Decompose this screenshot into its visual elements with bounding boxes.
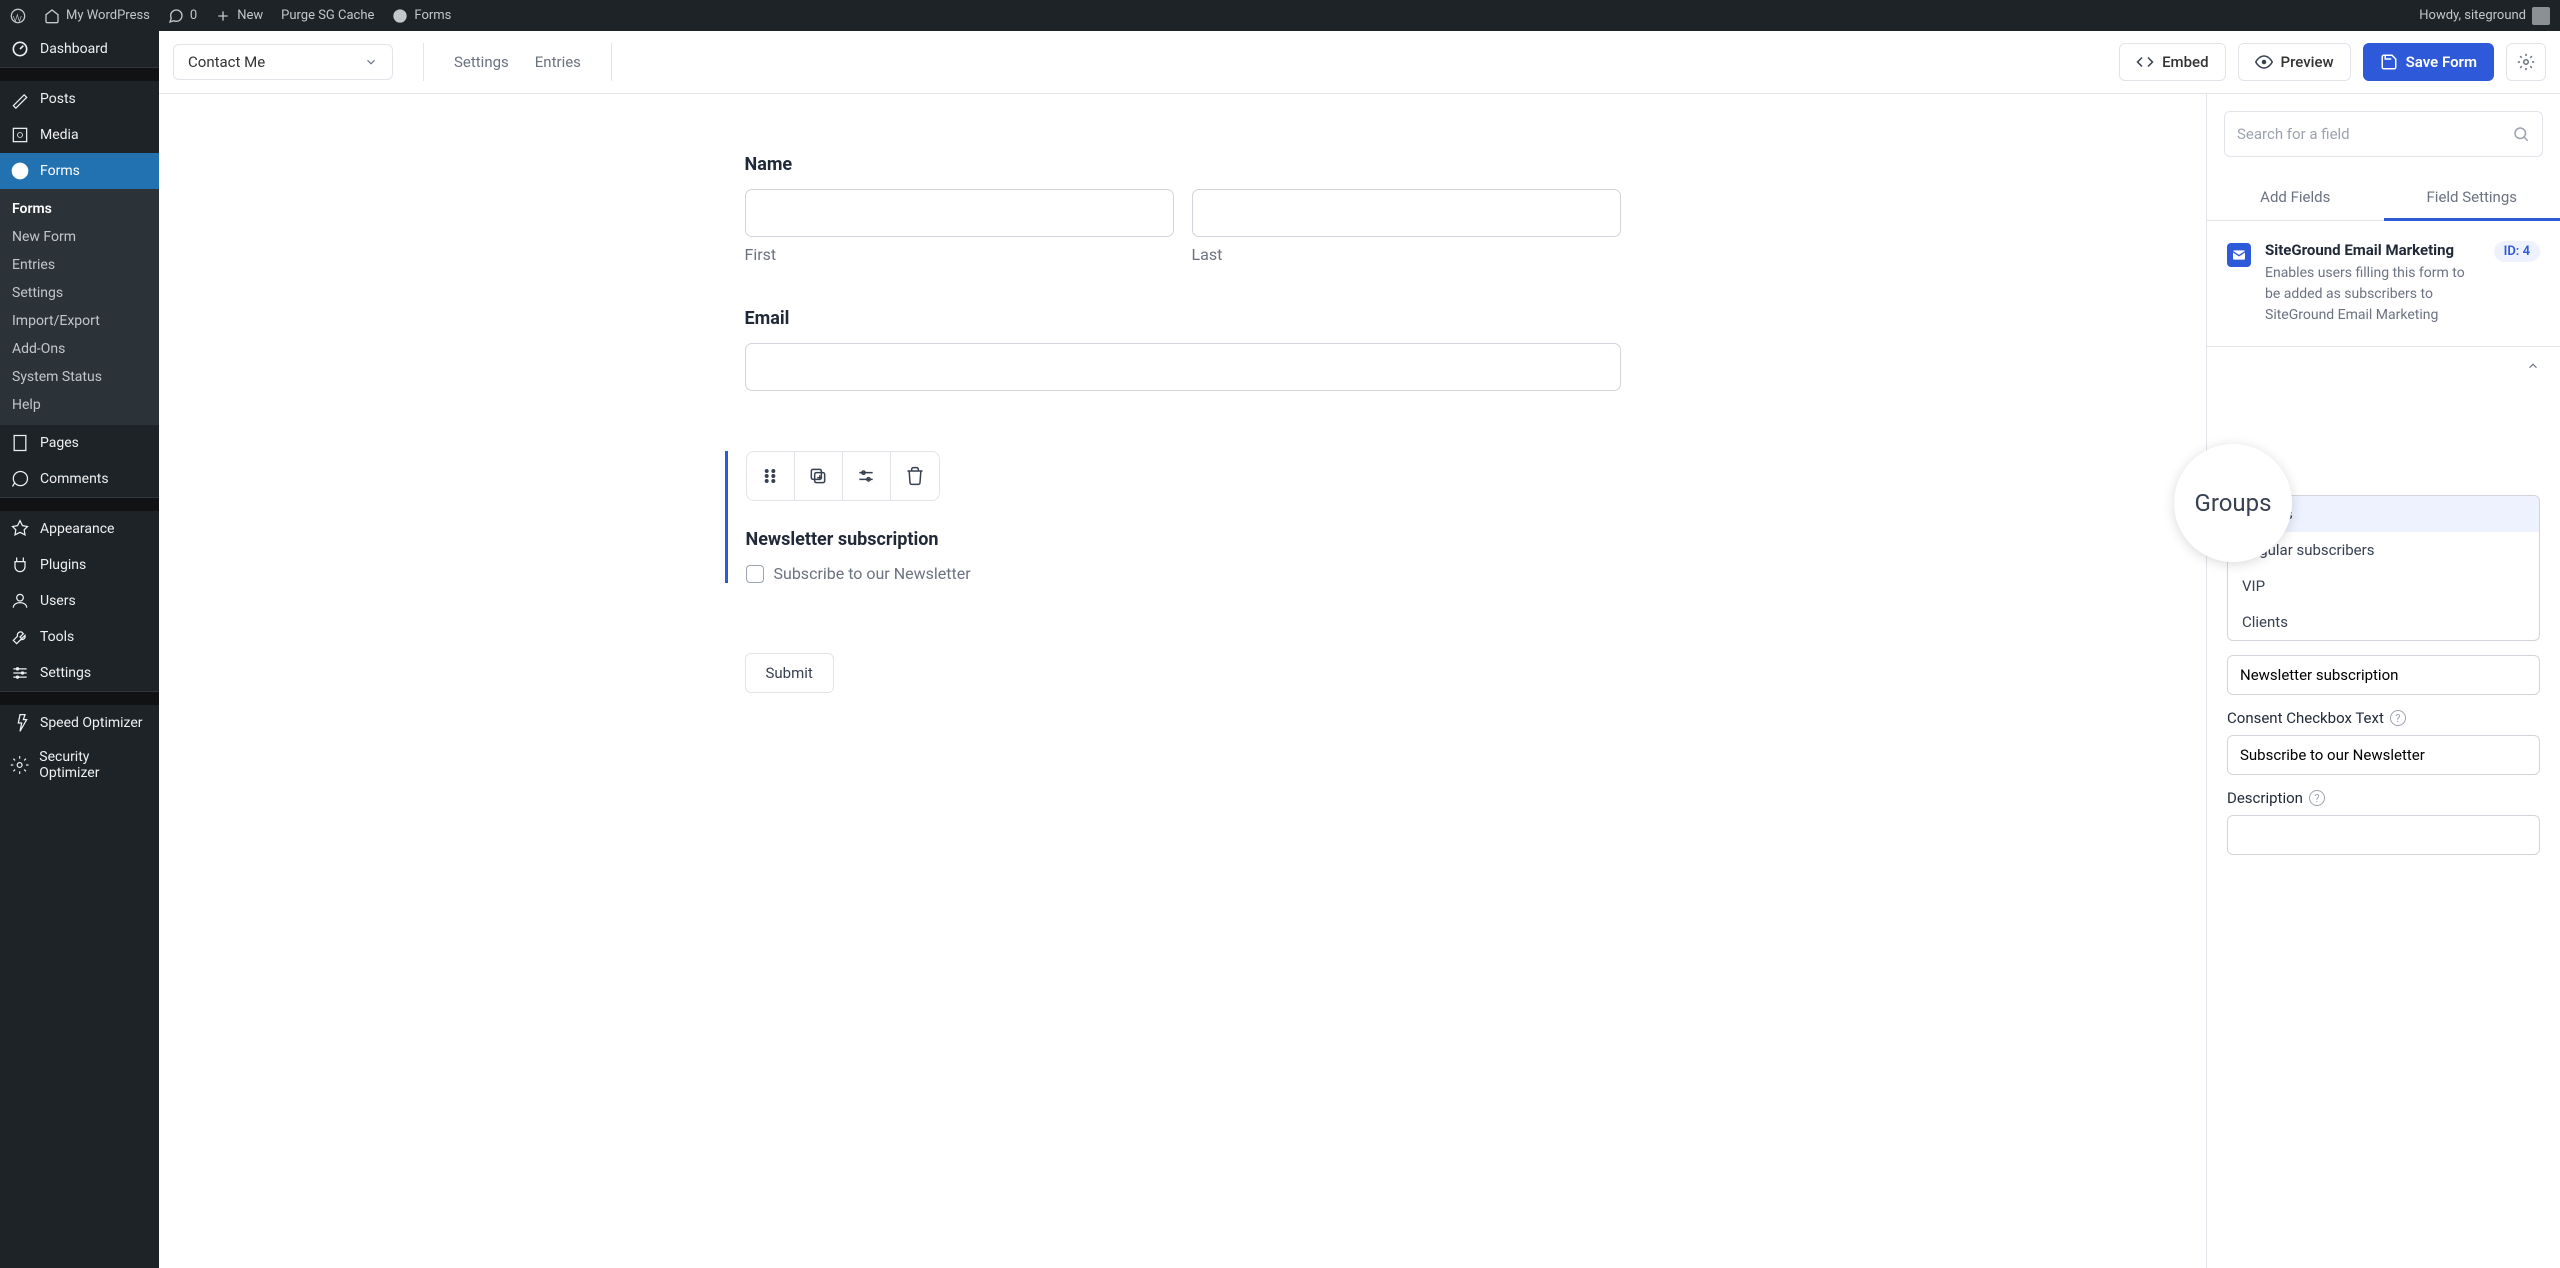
comments-link[interactable]: 0 xyxy=(168,8,197,24)
dropdown-item-clients[interactable]: Clients xyxy=(2228,604,2539,640)
field-info-desc: Enables users filling this form to be ad… xyxy=(2265,263,2480,326)
avatar xyxy=(2532,7,2550,25)
site-name: My WordPress xyxy=(66,8,150,23)
sidebar-item-appearance[interactable]: Appearance xyxy=(0,511,159,547)
newsletter-checkbox[interactable] xyxy=(746,565,764,583)
sidebar-sub-help[interactable]: Help xyxy=(0,391,159,419)
email-label: Email xyxy=(745,308,1621,329)
comments-count: 0 xyxy=(190,8,197,23)
settings-button[interactable] xyxy=(843,452,891,500)
new-link[interactable]: New xyxy=(215,8,263,24)
sidebar-submenu-forms: Forms New Form Entries Settings Import/E… xyxy=(0,189,159,425)
chevron-down-icon xyxy=(364,55,378,69)
description-input[interactable] xyxy=(2227,815,2540,855)
delete-button[interactable] xyxy=(891,452,939,500)
consent-input[interactable] xyxy=(2227,735,2540,775)
search-input[interactable] xyxy=(2237,125,2512,143)
sidebar-item-speed[interactable]: Speed Optimizer xyxy=(0,705,159,741)
move-handle[interactable] xyxy=(747,452,795,500)
tab-add-fields[interactable]: Add Fields xyxy=(2207,174,2384,220)
consent-label: Consent Checkbox Text? xyxy=(2227,709,2540,727)
duplicate-button[interactable] xyxy=(795,452,843,500)
sidebar-sub-addons[interactable]: Add-Ons xyxy=(0,335,159,363)
sidebar-item-settings[interactable]: Settings xyxy=(0,655,159,691)
settings-gear-button[interactable] xyxy=(2506,43,2546,81)
sidebar-item-tools[interactable]: Tools xyxy=(0,619,159,655)
right-panel: Add Fields Field Settings SiteGround Ema… xyxy=(2207,94,2560,1268)
purge-cache-link[interactable]: Purge SG Cache xyxy=(281,8,374,23)
groups-callout: Groups xyxy=(2174,444,2292,562)
newsletter-field-selected[interactable]: Newsletter subscription Subscribe to our… xyxy=(725,451,1621,583)
field-actions-toolbar xyxy=(746,451,940,501)
sidebar-sub-entries[interactable]: Entries xyxy=(0,251,159,279)
description-label: Description? xyxy=(2227,789,2540,807)
sidebar-sub-newform[interactable]: New Form xyxy=(0,223,159,251)
main-content: Contact Me Settings Entries Embed Previe… xyxy=(159,31,2560,1268)
last-name-input[interactable] xyxy=(1192,189,1621,237)
sidebar-sub-status[interactable]: System Status xyxy=(0,363,159,391)
sidebar-item-forms[interactable]: Forms xyxy=(0,153,159,189)
form-toolbar: Contact Me Settings Entries Embed Previe… xyxy=(159,31,2560,94)
label-setting-input[interactable] xyxy=(2227,655,2540,695)
first-sublabel: First xyxy=(745,245,1174,264)
sidebar-sub-import[interactable]: Import/Export xyxy=(0,307,159,335)
form-canvas[interactable]: Name First Last Email xyxy=(159,94,2207,1268)
save-form-button[interactable]: Save Form xyxy=(2363,43,2494,81)
section-header[interactable] xyxy=(2207,347,2560,385)
sidebar-item-posts[interactable]: Posts xyxy=(0,81,159,117)
sidebar-item-dashboard[interactable]: Dashboard xyxy=(0,31,159,67)
sidebar-sub-settings[interactable]: Settings xyxy=(0,279,159,307)
dropdown-item-vip[interactable]: VIP xyxy=(2228,568,2539,604)
user-greeting[interactable]: Howdy, siteground xyxy=(2419,7,2550,25)
gear-icon xyxy=(2517,53,2535,71)
email-field[interactable]: Email xyxy=(745,308,1621,391)
chevron-up-icon xyxy=(2526,359,2540,373)
tab-settings[interactable]: Settings xyxy=(454,49,509,75)
help-icon[interactable]: ? xyxy=(2309,790,2325,806)
field-id-badge: ID: 4 xyxy=(2494,241,2540,262)
tab-entries[interactable]: Entries xyxy=(535,49,581,75)
first-name-input[interactable] xyxy=(745,189,1174,237)
sidebar-item-security[interactable]: Security Optimizer xyxy=(0,741,159,789)
forms-link[interactable]: Forms xyxy=(392,8,451,24)
site-link[interactable]: My WordPress xyxy=(44,8,150,24)
preview-button[interactable]: Preview xyxy=(2238,43,2351,81)
admin-sidebar: Dashboard Posts Media Forms Forms New Fo… xyxy=(0,31,159,1268)
sidebar-item-comments[interactable]: Comments xyxy=(0,461,159,497)
tab-field-settings[interactable]: Field Settings xyxy=(2384,174,2560,220)
name-label: Name xyxy=(745,154,1621,175)
field-info-title: SiteGround Email Marketing xyxy=(2265,241,2480,259)
name-field[interactable]: Name First Last xyxy=(745,154,1621,264)
newsletter-label: Newsletter subscription xyxy=(746,529,1621,550)
sidebar-item-users[interactable]: Users xyxy=(0,583,159,619)
email-input[interactable] xyxy=(745,343,1621,391)
sidebar-sub-forms[interactable]: Forms xyxy=(0,195,159,223)
search-icon xyxy=(2512,125,2530,143)
sidebar-item-pages[interactable]: Pages xyxy=(0,425,159,461)
last-sublabel: Last xyxy=(1192,245,1621,264)
submit-button[interactable]: Submit xyxy=(745,653,834,693)
field-search[interactable] xyxy=(2224,111,2543,157)
form-selector[interactable]: Contact Me xyxy=(173,44,393,80)
wp-logo[interactable] xyxy=(10,8,26,24)
embed-button[interactable]: Embed xyxy=(2119,43,2225,81)
newsletter-option-text: Subscribe to our Newsletter xyxy=(774,564,971,583)
sidebar-item-plugins[interactable]: Plugins xyxy=(0,547,159,583)
help-icon[interactable]: ? xyxy=(2390,710,2406,726)
admin-bar: My WordPress 0 New Purge SG Cache Forms … xyxy=(0,0,2560,31)
mail-icon xyxy=(2227,243,2251,267)
sidebar-item-media[interactable]: Media xyxy=(0,117,159,153)
